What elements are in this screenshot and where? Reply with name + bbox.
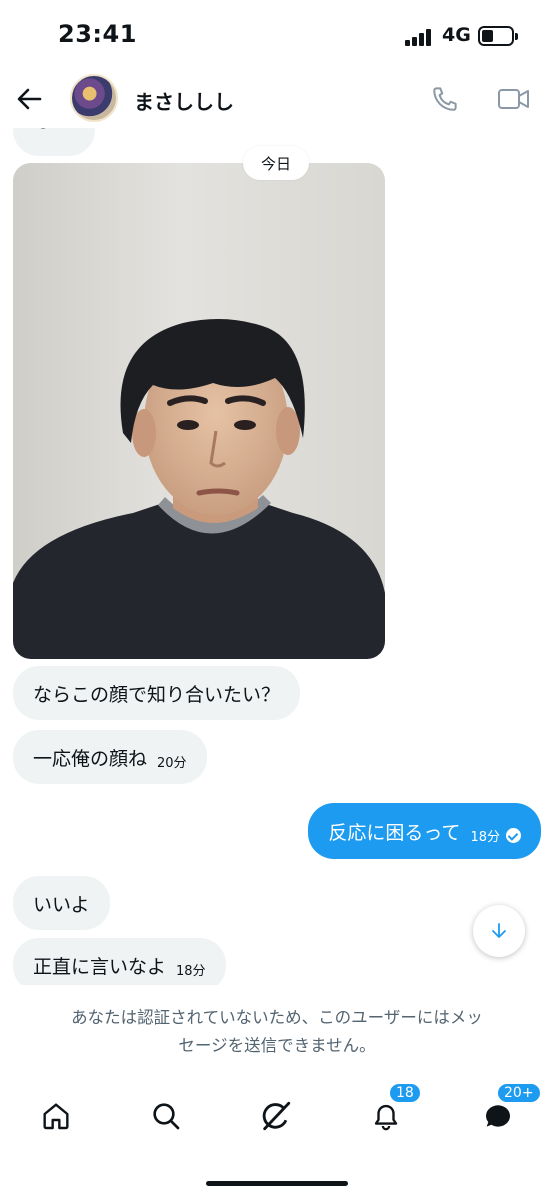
scroll-to-bottom-button[interactable] [473, 905, 525, 957]
nav-home[interactable] [36, 1096, 76, 1136]
nav-notifications[interactable]: 18 [366, 1082, 422, 1136]
message-text: ならこの顔で知り合いたい？ [33, 683, 281, 706]
arrow-down-icon [492, 923, 506, 938]
home-indicator [206, 1181, 348, 1186]
messages-icon [485, 1105, 510, 1127]
phone-icon[interactable] [430, 84, 460, 114]
search-icon [153, 1103, 180, 1130]
message-bubble-incoming[interactable]: 一応俺の顔ね 20分 [13, 730, 207, 784]
message-bubble-incoming[interactable]: ならこの顔で知り合いたい？ [13, 666, 301, 720]
message-text: 一応俺の顔ね [33, 747, 148, 770]
avatar[interactable] [70, 74, 118, 122]
shared-photo[interactable] [13, 163, 385, 659]
back-arrow-icon[interactable] [14, 84, 44, 114]
message-list[interactable]: ひと 今日 [0, 128, 554, 985]
status-time: 23:41 [58, 20, 137, 48]
date-divider: 今日 [243, 146, 310, 180]
home-icon [43, 1103, 69, 1130]
notice-line: セージを送信できません。 [178, 1036, 376, 1055]
read-check-icon [506, 827, 521, 843]
message-text: いいよ [33, 893, 90, 916]
message-time: 18分 [470, 829, 500, 845]
message-text: ひと [35, 128, 72, 133]
message-time: 20分 [157, 755, 187, 771]
nav-grok[interactable] [256, 1096, 296, 1136]
bell-icon [374, 1104, 398, 1131]
notice-line: あなたは認証されていないため、このユーザーにはメッ [71, 1008, 483, 1027]
message-text: 反応に困るって [328, 821, 461, 844]
bottom-navigation: 18 20+ [0, 1080, 554, 1160]
nav-search[interactable] [146, 1096, 186, 1136]
status-bar: 23:41 4G [0, 0, 554, 72]
message-bubble-cut[interactable]: ひと [13, 128, 95, 156]
message-bubble-incoming[interactable]: いいよ [13, 876, 110, 930]
battery-icon [478, 26, 518, 46]
messages-badge: 20+ [496, 1082, 542, 1104]
nav-messages[interactable]: 20+ [478, 1082, 542, 1136]
network-label: 4G [442, 24, 471, 46]
grok-icon [262, 1101, 291, 1131]
video-call-icon[interactable] [497, 84, 531, 114]
message-bubble-incoming[interactable]: 正直に言いなよ 18分 [13, 938, 226, 985]
message-text: 正直に言いなよ [33, 955, 167, 978]
message-time: 18分 [176, 963, 206, 979]
conversation-header: まさししし [0, 72, 554, 128]
message-bubble-outgoing[interactable]: 反応に困るって 18分 [308, 803, 541, 859]
notification-badge: 18 [388, 1082, 422, 1104]
signal-icon [405, 28, 435, 46]
cannot-message-notice: あなたは認証されていないため、このユーザーにはメッ セージを送信できません。 [20, 1004, 534, 1060]
conversation-name[interactable]: まさししし [134, 86, 234, 115]
